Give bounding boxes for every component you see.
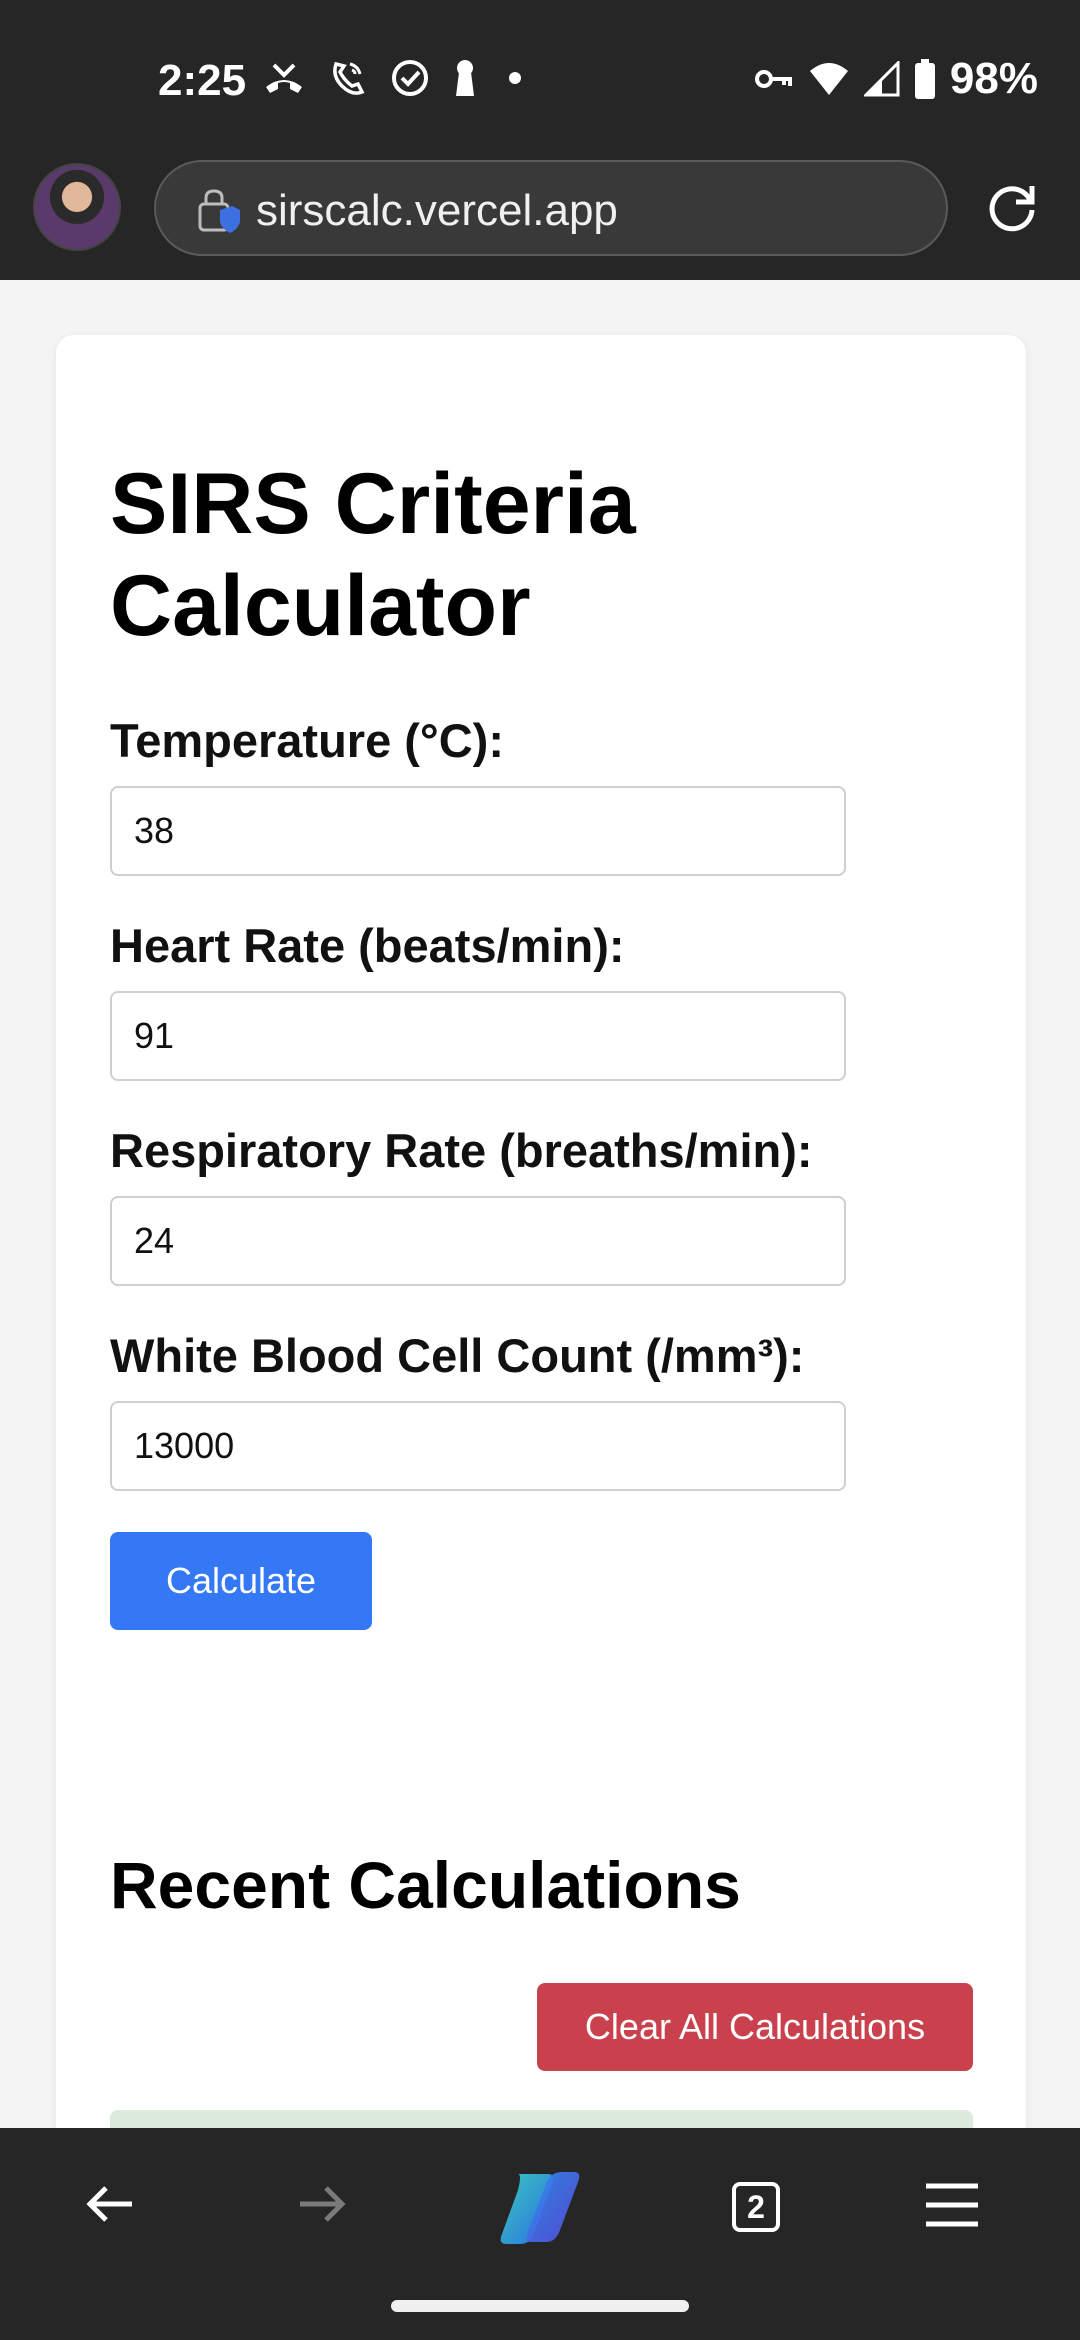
browser-bottom-nav: 2 xyxy=(0,2128,1080,2340)
check-circle-icon xyxy=(392,60,428,96)
url-text: sirscalc.vercel.app xyxy=(256,186,618,235)
status-bar: 2:25 98% xyxy=(0,0,1080,160)
tab-switcher-button[interactable]: 2 xyxy=(732,2182,780,2232)
temperature-input[interactable] xyxy=(110,786,846,876)
home-indicator[interactable] xyxy=(391,2300,689,2312)
site-security-icon[interactable] xyxy=(196,188,242,234)
calculate-button[interactable]: Calculate xyxy=(110,1532,372,1630)
forward-arrow-icon[interactable] xyxy=(296,2178,348,2230)
reload-icon[interactable] xyxy=(984,180,1040,236)
temperature-label: Temperature (°C): xyxy=(110,714,504,767)
vpn-key-icon xyxy=(754,70,792,88)
respiratory-rate-label: Respiratory Rate (breaths/min): xyxy=(110,1124,813,1177)
profile-avatar[interactable] xyxy=(33,163,121,251)
wifi-icon xyxy=(809,63,848,95)
page-title: SIRS Criteria Calculator xyxy=(110,456,636,654)
heart-rate-input[interactable] xyxy=(110,991,846,1081)
calculator-card: SIRS Criteria Calculator Temperature (°C… xyxy=(56,335,1026,2235)
status-icons-right: 98% xyxy=(754,54,1038,104)
wifi-call-icon xyxy=(333,61,365,95)
address-bar[interactable]: sirscalc.vercel.app xyxy=(154,160,948,256)
dot-icon xyxy=(509,72,521,84)
copilot-icon[interactable] xyxy=(496,2168,584,2248)
menu-icon[interactable] xyxy=(924,2182,980,2228)
respiratory-rate-input[interactable] xyxy=(110,1196,846,1286)
battery-percent: 98% xyxy=(949,54,1038,103)
wbc-count-label: White Blood Cell Count (/mm³): xyxy=(110,1329,805,1382)
clear-all-calculations-button[interactable]: Clear All Calculations xyxy=(537,1983,973,2071)
recent-calculations-title: Recent Calculations xyxy=(110,1848,741,1922)
status-time: 2:25 xyxy=(158,56,247,105)
status-icons-left xyxy=(262,58,530,98)
wbc-count-input[interactable] xyxy=(110,1401,846,1491)
battery-icon xyxy=(914,59,935,99)
signal-icon xyxy=(863,61,900,97)
heart-rate-label: Heart Rate (beats/min): xyxy=(110,919,625,972)
back-arrow-icon[interactable] xyxy=(84,2178,136,2230)
missed-call-icon xyxy=(266,63,302,93)
browser-toolbar: sirscalc.vercel.app xyxy=(0,160,1080,280)
keyhole-icon xyxy=(456,60,474,96)
